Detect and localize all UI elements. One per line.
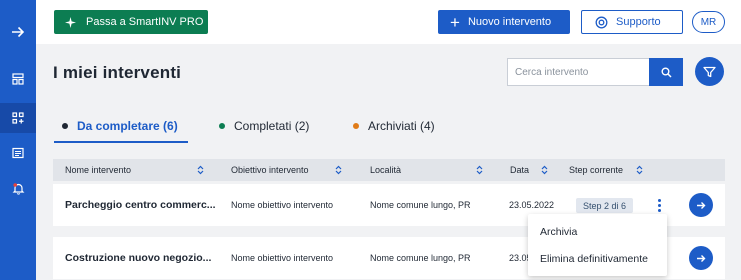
lifebuoy-icon (595, 16, 608, 28)
active-tab-indicator (54, 141, 188, 143)
tab-label: Completati (2) (234, 119, 310, 133)
tab-status-dot (219, 123, 225, 129)
filter-button[interactable] (695, 57, 724, 86)
upgrade-pro-label: Passa a SmartINV PRO (86, 16, 204, 28)
intervention-goal: Nome obiettivo intervento (231, 253, 334, 263)
sidebar-item-interventions[interactable] (0, 103, 36, 133)
plus-icon: + (450, 12, 460, 32)
column-header-goal[interactable]: Obiettivo intervento (231, 159, 309, 181)
column-header-date[interactable]: Data (510, 159, 529, 181)
sort-icon[interactable] (197, 165, 204, 175)
tab-archiviati[interactable]: Archiviati (4) (353, 119, 435, 133)
sort-icon[interactable] (476, 165, 483, 175)
column-header-label: Step corrente (569, 165, 624, 175)
upgrade-pro-button[interactable]: Passa a SmartINV PRO (54, 10, 208, 34)
open-intervention-button[interactable] (689, 246, 713, 270)
intervention-place: Nome comune lungo, PR (370, 253, 471, 263)
column-header-label: Data (510, 165, 530, 175)
arrow-right-icon (697, 201, 706, 209)
sparkle-icon (65, 16, 76, 28)
sort-icon[interactable] (636, 165, 643, 175)
tab-status-dot (353, 123, 359, 129)
intervention-goal: Nome obiettivo intervento (231, 200, 334, 210)
tab-label: Da completare (6) (77, 119, 178, 133)
new-intervention-button[interactable]: + Nuovo intervento (438, 10, 570, 34)
column-header-label: Nome intervento (65, 165, 132, 175)
tab-da-completare[interactable]: Da completare (6) (62, 119, 178, 133)
table-header: Nome intervento Obiettivo intervento Loc… (53, 159, 725, 181)
sort-icon[interactable] (541, 165, 548, 175)
new-intervention-label: Nuovo intervento (467, 16, 552, 28)
tab-completati[interactable]: Completati (2) (219, 119, 309, 133)
row-actions-dropdown: Archivia Elimina definitivamente (528, 214, 667, 276)
intervention-place: Nome comune lungo, PR (370, 200, 471, 210)
arrow-right-icon (12, 26, 25, 38)
step-badge: Step 2 di 6 (576, 198, 633, 213)
notification-bell-icon (12, 182, 24, 195)
menu-item-archive[interactable]: Archivia (540, 226, 577, 238)
sort-icon[interactable] (335, 165, 342, 175)
arrow-right-icon (697, 254, 706, 262)
support-label: Supporto (616, 16, 661, 28)
menu-item-delete-permanently[interactable]: Elimina definitivamente (540, 253, 648, 265)
page-title: I miei interventi (53, 63, 182, 82)
row-actions-menu-icon[interactable] (653, 195, 665, 215)
column-header-name[interactable]: Nome intervento (65, 159, 131, 181)
support-button[interactable]: Supporto (581, 10, 683, 34)
column-header-label: Obiettivo intervento (231, 165, 309, 175)
top-bar: Passa a SmartINV PRO + Nuovo intervento … (36, 0, 741, 44)
search-input[interactable] (507, 58, 649, 86)
search-button[interactable] (649, 58, 683, 86)
tab-label: Archiviati (4) (368, 119, 435, 133)
interventions-icon (12, 112, 24, 124)
news-icon (12, 147, 24, 159)
sidebar-rail (0, 0, 36, 280)
open-intervention-button[interactable] (689, 193, 713, 217)
search-icon (661, 67, 672, 78)
sidebar-item-notifications[interactable] (0, 173, 36, 203)
intervention-name: Parcheggio centro commerc... (65, 199, 216, 211)
column-header-place[interactable]: Località (370, 159, 401, 181)
sidebar-item-dashboard[interactable] (0, 64, 36, 94)
column-header-step[interactable]: Step corrente (569, 159, 623, 181)
filter-icon (703, 66, 716, 77)
column-header-label: Località (370, 165, 402, 175)
avatar[interactable]: MR (692, 11, 725, 33)
tab-status-dot (62, 123, 68, 129)
dashboard-icon (12, 73, 24, 85)
expand-sidebar-button[interactable] (0, 17, 36, 47)
intervention-name: Costruzione nuovo negozio... (65, 252, 212, 264)
sidebar-item-news[interactable] (0, 138, 36, 168)
